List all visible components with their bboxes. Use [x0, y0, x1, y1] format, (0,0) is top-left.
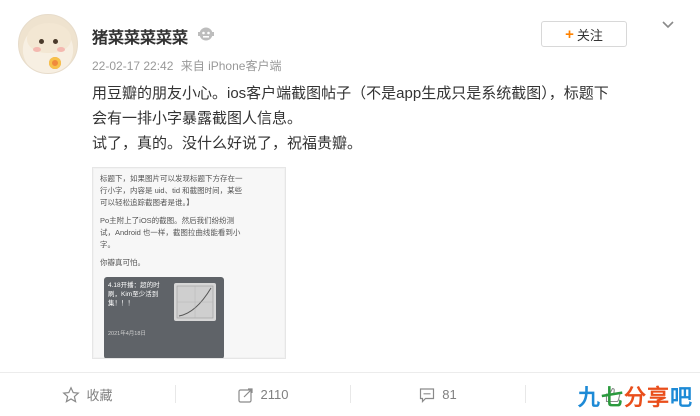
post-meta: 22-02-17 22:42 来自 iPhone客户端	[92, 57, 281, 74]
follow-button[interactable]: + 关注	[541, 21, 627, 47]
screenshot-line: 可以轻松追踪截图者是谁。】	[100, 198, 194, 207]
watermark-char: 分	[623, 386, 646, 411]
star-icon	[62, 385, 81, 403]
comment-count: 81	[442, 387, 457, 402]
screenshot-line: 标题下，如果图片可以发现标题下方存在一	[100, 174, 243, 183]
screenshot-content: 标题下，如果图片可以发现标题下方存在一 行小字，内容是 uid、tid 和截图时…	[94, 169, 284, 358]
post-image[interactable]: 标题下，如果图片可以发现标题下方存在一 行小字，内容是 uid、tid 和截图时…	[92, 167, 286, 359]
favorite-button[interactable]: 收藏	[0, 373, 175, 416]
watermark-char: 九	[577, 386, 600, 411]
screenshot-line: Po主附上了iOS的截图。然后我们纷纷测	[100, 216, 235, 225]
screenshot-line: 试，Android 也一样，截图拉曲线能看到小	[100, 228, 241, 237]
post-text-line: 试了，真的。没什么好说了，祝福贵瓣。	[92, 135, 363, 152]
post-text-line: 会有一排小字暴露截图人信息。	[92, 110, 303, 127]
comment-button[interactable]: 81	[350, 373, 525, 416]
plus-icon: +	[565, 25, 574, 43]
comment-icon	[420, 387, 435, 403]
repost-button[interactable]: 2110	[175, 373, 350, 416]
screenshot-line: 你瓣真可怕。	[100, 258, 145, 267]
screenshot-paragraph: Po主附上了iOS的截图。然后我们纷纷测 试，Android 也一样，截图拉曲线…	[100, 215, 278, 251]
watermark-char: 吧	[669, 386, 692, 411]
post-text: 用豆瓣的朋友小心。ios客户端截图帖子（不是app生成只是系统截图），标题下 会…	[92, 81, 682, 156]
username[interactable]: 猪菜菜菜菜菜	[92, 24, 188, 48]
chevron-down-icon[interactable]	[659, 16, 677, 34]
screenshot-line: 行小字，内容是 uid、tid 和截图时间，某些	[100, 186, 243, 195]
watermark-char: 享	[646, 386, 669, 411]
curve-chart	[174, 283, 216, 321]
screenshot-paragraph: 标题下，如果图片可以发现标题下方存在一 行小字，内容是 uid、tid 和截图时…	[100, 173, 278, 209]
favorite-label: 收藏	[86, 388, 113, 403]
screenshot-paragraph: 你瓣真可怕。	[100, 257, 278, 269]
watermark-char: 七	[600, 386, 623, 411]
post-text-line: 用豆瓣的朋友小心。ios客户端截图帖子（不是app生成只是系统截图），标题下	[92, 85, 609, 102]
watermark-logo: 九 七 分 享 吧	[578, 380, 692, 412]
post-date[interactable]: 22-02-17 22:42	[92, 59, 173, 73]
follow-button-label: 关注	[576, 27, 603, 43]
repost-icon	[237, 387, 253, 403]
user-badge-icon	[198, 27, 214, 41]
card-footer: 2021年4月18日	[108, 331, 146, 337]
flower-icon	[49, 57, 61, 69]
screenshot-card: 4.18开播：超的时 刷，Kim至少活到 集！！！ 2021年4月18日	[104, 277, 224, 358]
screenshot-line: 字。	[100, 240, 115, 249]
repost-count: 2110	[260, 387, 289, 402]
post-source: 来自 iPhone客户端	[180, 59, 282, 73]
user-avatar[interactable]	[18, 14, 78, 74]
